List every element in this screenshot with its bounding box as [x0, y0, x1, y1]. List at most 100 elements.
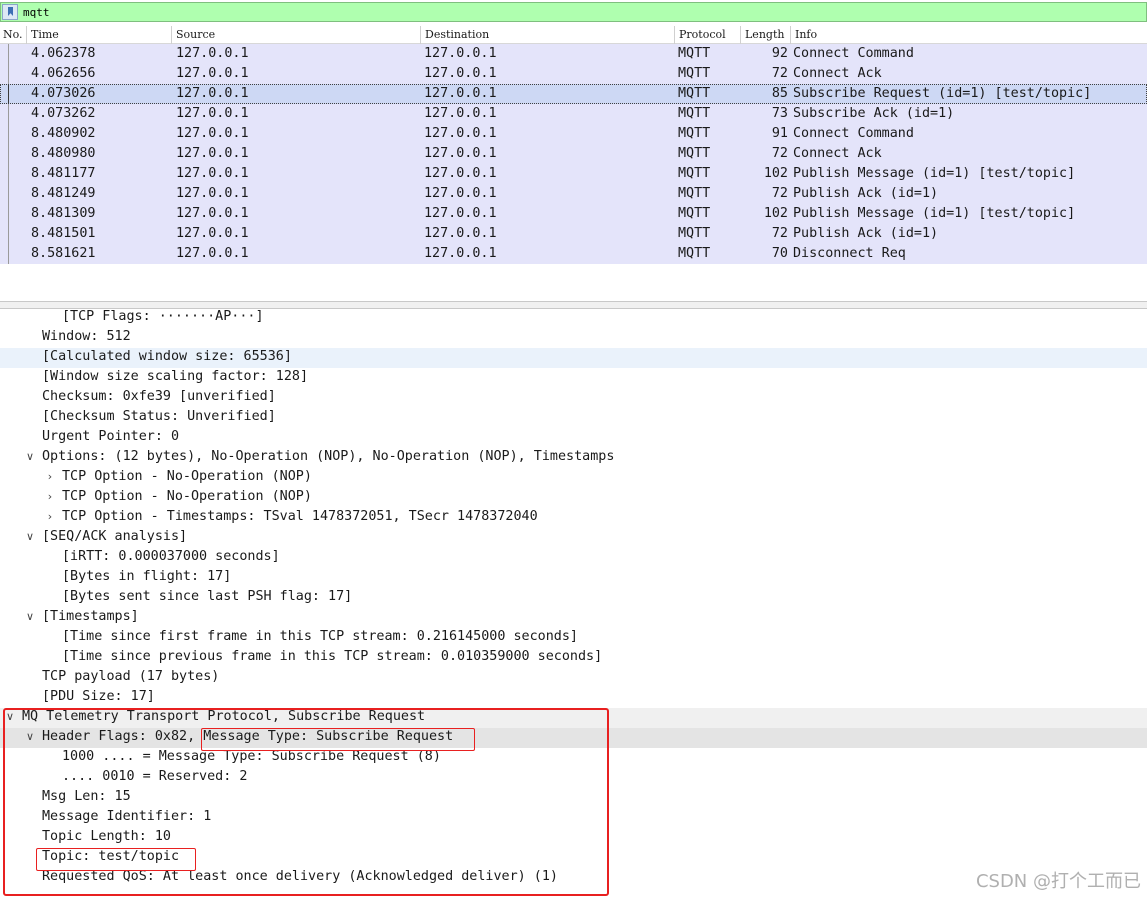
- packet-row[interactable]: 8.481177 127.0.0.1 127.0.0.1 MQTT 102 Publish…: [0, 164, 1147, 184]
- detail-text: [Checksum Status: Unverified]: [42, 409, 276, 424]
- packet-source: 127.0.0.1: [176, 46, 249, 61]
- detail-row[interactable]: [Time since first frame in this TCP stre…: [0, 628, 1147, 648]
- detail-text: [Timestamps]: [42, 609, 139, 624]
- detail-row[interactable]: ∨ [SEQ/ACK analysis]: [0, 528, 1147, 548]
- detail-text: TCP payload (17 bytes): [42, 669, 220, 684]
- column-info[interactable]: Info: [795, 28, 817, 41]
- packet-time: 4.062656: [31, 66, 96, 81]
- packet-row[interactable]: 8.480980 127.0.0.1 127.0.0.1 MQTT 72 Connect …: [0, 144, 1147, 164]
- detail-text: Options: (12 bytes), No-Operation (NOP),…: [42, 449, 615, 464]
- packet-length: 102: [763, 206, 788, 221]
- conversation-line: [8, 164, 9, 184]
- chevron-down-icon[interactable]: ∨: [24, 451, 36, 463]
- detail-row[interactable]: Checksum: 0xfe39 [unverified]: [0, 388, 1147, 408]
- detail-text: [Time since previous frame in this TCP s…: [62, 649, 603, 664]
- packet-row[interactable]: 8.480902 127.0.0.1 127.0.0.1 MQTT 91 Connect …: [0, 124, 1147, 144]
- packet-length: 85: [771, 86, 788, 101]
- detail-text: [iRTT: 0.000037000 seconds]: [62, 549, 280, 564]
- packet-time: 4.073026: [31, 86, 96, 101]
- packet-length: 72: [771, 66, 788, 81]
- detail-row[interactable]: ∨ [Timestamps]: [0, 608, 1147, 628]
- detail-row[interactable]: › TCP Option - No-Operation (NOP): [0, 488, 1147, 508]
- detail-text: TCP Option - Timestamps: TSval 147837205…: [62, 509, 538, 524]
- display-filter-input[interactable]: [23, 4, 623, 20]
- detail-row[interactable]: [Bytes sent since last PSH flag: 17]: [0, 588, 1147, 608]
- display-filter-bar[interactable]: [0, 2, 1147, 22]
- conversation-line: [8, 44, 9, 64]
- column-protocol[interactable]: Protocol: [679, 28, 726, 41]
- conversation-line: [8, 84, 9, 104]
- packet-source: 127.0.0.1: [176, 206, 249, 221]
- detail-row[interactable]: ∨ Options: (12 bytes), No-Operation (NOP)…: [0, 448, 1147, 468]
- packet-list[interactable]: No. Time Source Destination Protocol Len…: [0, 26, 1147, 301]
- packet-protocol: MQTT: [678, 86, 711, 101]
- packet-info: Subscribe Ack (id=1): [793, 106, 955, 121]
- packet-protocol: MQTT: [678, 146, 711, 161]
- chevron-right-icon[interactable]: ›: [44, 471, 56, 483]
- packet-protocol: MQTT: [678, 206, 711, 221]
- packet-destination: 127.0.0.1: [424, 206, 497, 221]
- annotation-box-message-type: [201, 728, 475, 751]
- chevron-right-icon[interactable]: ›: [44, 511, 56, 523]
- packet-row[interactable]: 8.481501 127.0.0.1 127.0.0.1 MQTT 72 Publish …: [0, 224, 1147, 244]
- packet-info: Subscribe Request (id=1) [test/topic]: [793, 86, 1092, 101]
- detail-text: Checksum: 0xfe39 [unverified]: [42, 389, 276, 404]
- detail-row[interactable]: [iRTT: 0.000037000 seconds]: [0, 548, 1147, 568]
- packet-info: Connect Command: [793, 126, 914, 141]
- packet-protocol: MQTT: [678, 246, 711, 261]
- packet-protocol: MQTT: [678, 166, 711, 181]
- packet-time: 8.581621: [31, 246, 96, 261]
- conversation-line: [8, 204, 9, 224]
- packet-length: 92: [771, 46, 788, 61]
- detail-row[interactable]: [PDU Size: 17]: [0, 688, 1147, 708]
- packet-protocol: MQTT: [678, 106, 711, 121]
- column-destination[interactable]: Destination: [425, 28, 489, 41]
- packet-source: 127.0.0.1: [176, 66, 249, 81]
- packet-row[interactable]: 4.073262 127.0.0.1 127.0.0.1 MQTT 73 Subscrib…: [0, 104, 1147, 124]
- packet-destination: 127.0.0.1: [424, 66, 497, 81]
- detail-row[interactable]: [Window size scaling factor: 128]: [0, 368, 1147, 388]
- detail-row[interactable]: [Time since previous frame in this TCP s…: [0, 648, 1147, 668]
- chevron-down-icon[interactable]: ∨: [24, 611, 36, 623]
- chevron-right-icon[interactable]: ›: [44, 491, 56, 503]
- conversation-line: [8, 144, 9, 164]
- packet-time: 4.062378: [31, 46, 96, 61]
- detail-row[interactable]: [TCP Flags: ·······AP···]: [0, 308, 1147, 328]
- packet-time: 8.480980: [31, 146, 96, 161]
- chevron-down-icon[interactable]: ∨: [24, 531, 36, 543]
- column-source[interactable]: Source: [176, 28, 215, 41]
- packet-source: 127.0.0.1: [176, 126, 249, 141]
- packet-row[interactable]: 8.581621 127.0.0.1 127.0.0.1 MQTT 70 Disconne…: [0, 244, 1147, 264]
- detail-text: TCP Option - No-Operation (NOP): [62, 469, 312, 484]
- column-no[interactable]: No.: [3, 28, 23, 41]
- column-length[interactable]: Length: [745, 28, 784, 41]
- packet-row[interactable]: 4.073026 127.0.0.1 127.0.0.1 MQTT 85 Subscrib…: [0, 84, 1147, 104]
- packet-destination: 127.0.0.1: [424, 166, 497, 181]
- conversation-line: [8, 124, 9, 144]
- column-time[interactable]: Time: [31, 28, 59, 41]
- detail-row[interactable]: › TCP Option - Timestamps: TSval 14783720…: [0, 508, 1147, 528]
- conversation-line: [8, 244, 9, 264]
- detail-row[interactable]: [Calculated window size: 65536]: [0, 348, 1147, 368]
- detail-text: [SEQ/ACK analysis]: [42, 529, 188, 544]
- packet-row[interactable]: 4.062378 127.0.0.1 127.0.0.1 MQTT 92 Connect …: [0, 44, 1147, 64]
- packet-row[interactable]: 4.062656 127.0.0.1 127.0.0.1 MQTT 72 Connect …: [0, 64, 1147, 84]
- detail-text: [Bytes in flight: 17]: [62, 569, 232, 584]
- packet-length: 70: [771, 246, 788, 261]
- packet-info: Publish Message (id=1) [test/topic]: [793, 206, 1076, 221]
- packet-time: 8.480902: [31, 126, 96, 141]
- detail-row[interactable]: › TCP Option - No-Operation (NOP): [0, 468, 1147, 488]
- packet-info: Connect Command: [793, 46, 914, 61]
- detail-row[interactable]: Window: 512: [0, 328, 1147, 348]
- packet-row[interactable]: 8.481249 127.0.0.1 127.0.0.1 MQTT 72 Publish …: [0, 184, 1147, 204]
- bookmark-icon[interactable]: [2, 4, 18, 20]
- packet-destination: 127.0.0.1: [424, 246, 497, 261]
- detail-row[interactable]: [Checksum Status: Unverified]: [0, 408, 1147, 428]
- detail-row[interactable]: [Bytes in flight: 17]: [0, 568, 1147, 588]
- detail-row[interactable]: Urgent Pointer: 0: [0, 428, 1147, 448]
- packet-source: 127.0.0.1: [176, 166, 249, 181]
- packet-row[interactable]: 8.481309 127.0.0.1 127.0.0.1 MQTT 102 Publish…: [0, 204, 1147, 224]
- packet-protocol: MQTT: [678, 186, 711, 201]
- detail-row[interactable]: TCP payload (17 bytes): [0, 668, 1147, 688]
- detail-text: [Window size scaling factor: 128]: [42, 369, 309, 384]
